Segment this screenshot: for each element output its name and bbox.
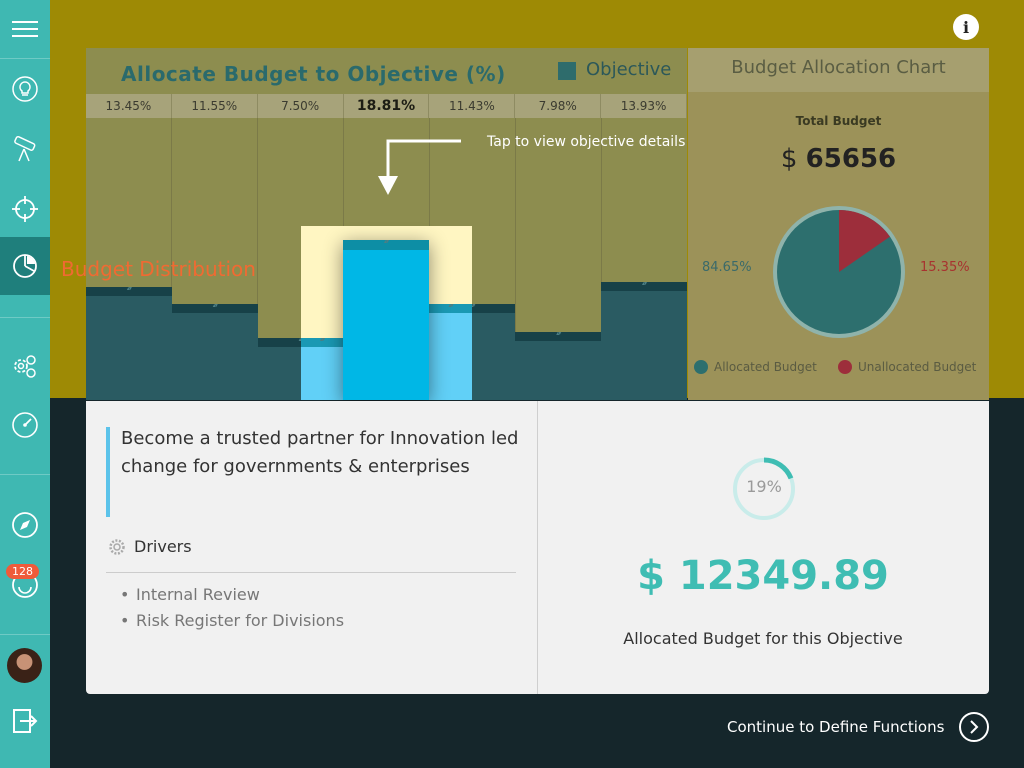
card-divider bbox=[537, 401, 538, 694]
unallocated-percentage: 15.35% bbox=[920, 260, 970, 275]
objective-bar[interactable] bbox=[601, 282, 687, 400]
info-button[interactable]: i bbox=[953, 14, 979, 40]
sidebar-item-budget[interactable] bbox=[0, 237, 50, 295]
bar-drag-handle[interactable] bbox=[515, 332, 602, 341]
tap-hint: Tap to view objective details bbox=[487, 134, 686, 150]
objective-percentage[interactable]: 7.50% bbox=[258, 94, 344, 118]
highlighted-neighbor-bar bbox=[301, 338, 343, 400]
percentage-row: 13.45% 11.55% 7.50% 18.81% 11.43% 7.98% 13.93% bbox=[86, 94, 687, 118]
avatar[interactable] bbox=[7, 648, 42, 683]
objective-bar[interactable] bbox=[86, 287, 172, 400]
sidebar-item-functions[interactable] bbox=[0, 338, 50, 396]
selected-objective-bar[interactable] bbox=[343, 240, 429, 400]
bar-drag-handle[interactable] bbox=[601, 282, 687, 291]
logout-icon bbox=[13, 709, 38, 733]
objective-percentage[interactable]: 11.43% bbox=[429, 94, 516, 118]
continue-label[interactable]: Continue to Define Functions bbox=[727, 718, 944, 736]
pie-chart-icon bbox=[13, 254, 37, 278]
budget-pie-chart[interactable] bbox=[770, 203, 908, 341]
chart-panel-title: Budget Allocation Chart bbox=[688, 48, 989, 92]
telescope-icon bbox=[14, 135, 36, 162]
objective-accent-bar bbox=[106, 427, 110, 517]
budget-distribution-label: Budget Distribution bbox=[61, 257, 256, 281]
total-budget-value: $ 65656 bbox=[688, 144, 989, 174]
speedometer-icon bbox=[12, 412, 38, 438]
notification-badge: 128 bbox=[6, 564, 39, 579]
sidebar-item-vision[interactable] bbox=[0, 120, 50, 178]
total-budget-label: Total Budget bbox=[795, 114, 882, 128]
legend-dot-unallocated bbox=[838, 360, 852, 374]
objective-percentage[interactable]: 13.45% bbox=[86, 94, 172, 118]
allocated-percentage: 84.65% bbox=[702, 260, 752, 275]
sidebar-item-navigate[interactable] bbox=[0, 496, 50, 554]
drivers-label: Drivers bbox=[134, 537, 192, 556]
sidebar-item-ideas[interactable] bbox=[0, 60, 50, 118]
crosshair-icon bbox=[12, 196, 38, 222]
chevron-right-icon bbox=[970, 720, 979, 734]
objective-detail-card: Become a trusted partner for Innovation … bbox=[86, 401, 989, 694]
allocated-amount: $ 12349.89 bbox=[637, 553, 889, 599]
continue-button[interactable] bbox=[959, 712, 989, 742]
objective-percentage[interactable]: 18.81% bbox=[344, 94, 430, 118]
objective-legend-label: Objective bbox=[586, 59, 672, 80]
gear-icon bbox=[109, 538, 125, 555]
total-budget-amount: 65656 bbox=[805, 144, 897, 174]
currency-symbol: $ bbox=[780, 144, 798, 174]
highlighted-neighbor-bar bbox=[429, 304, 472, 400]
driver-item[interactable]: Internal Review bbox=[120, 582, 344, 608]
sidebar-item-targets[interactable] bbox=[0, 180, 50, 238]
lightbulb-icon bbox=[12, 76, 38, 102]
menu-icon bbox=[12, 21, 38, 37]
arrow-down-icon bbox=[378, 139, 461, 195]
sidebar-item-performance[interactable] bbox=[0, 396, 50, 454]
allocation-title: Allocate Budget to Objective (%) bbox=[121, 62, 506, 86]
driver-item[interactable]: Risk Register for Divisions bbox=[120, 608, 344, 634]
objective-percentage[interactable]: 7.98% bbox=[515, 94, 602, 118]
drivers-divider bbox=[106, 572, 516, 573]
legend-unallocated: Unallocated Budget bbox=[838, 360, 976, 374]
bar-drag-handle bbox=[301, 338, 343, 347]
objective-text: Become a trusted partner for Innovation … bbox=[121, 428, 519, 477]
bar-drag-handle[interactable] bbox=[171, 304, 258, 313]
legend-dot-allocated bbox=[694, 360, 708, 374]
objective-percentage[interactable]: 11.55% bbox=[172, 94, 258, 118]
drivers-list: Internal Review Risk Register for Divisi… bbox=[120, 582, 344, 634]
objective-bar[interactable] bbox=[171, 304, 258, 400]
bar-drag-handle[interactable] bbox=[343, 240, 429, 250]
bar-drag-handle bbox=[429, 304, 472, 313]
objective-bar[interactable] bbox=[515, 332, 602, 400]
budget-allocation-chart-panel: Budget Allocation Chart Total Budget $ 6… bbox=[688, 48, 989, 400]
menu-button[interactable] bbox=[0, 0, 50, 58]
objective-legend-swatch bbox=[558, 62, 576, 80]
bar-drag-handle[interactable] bbox=[86, 287, 172, 296]
objective-percentage[interactable]: 13.93% bbox=[601, 94, 687, 118]
legend-allocated: Allocated Budget bbox=[694, 360, 817, 374]
compass-icon bbox=[12, 512, 38, 538]
gears-icon bbox=[14, 355, 36, 378]
drivers-header: Drivers bbox=[108, 537, 192, 556]
legend-unallocated-label: Unallocated Budget bbox=[858, 360, 977, 374]
legend-allocated-label: Allocated Budget bbox=[714, 360, 817, 374]
objective-percent-label: 19% bbox=[746, 477, 782, 496]
logout-button[interactable] bbox=[0, 692, 50, 750]
allocated-amount-label: Allocated Budget for this Objective bbox=[623, 629, 903, 648]
